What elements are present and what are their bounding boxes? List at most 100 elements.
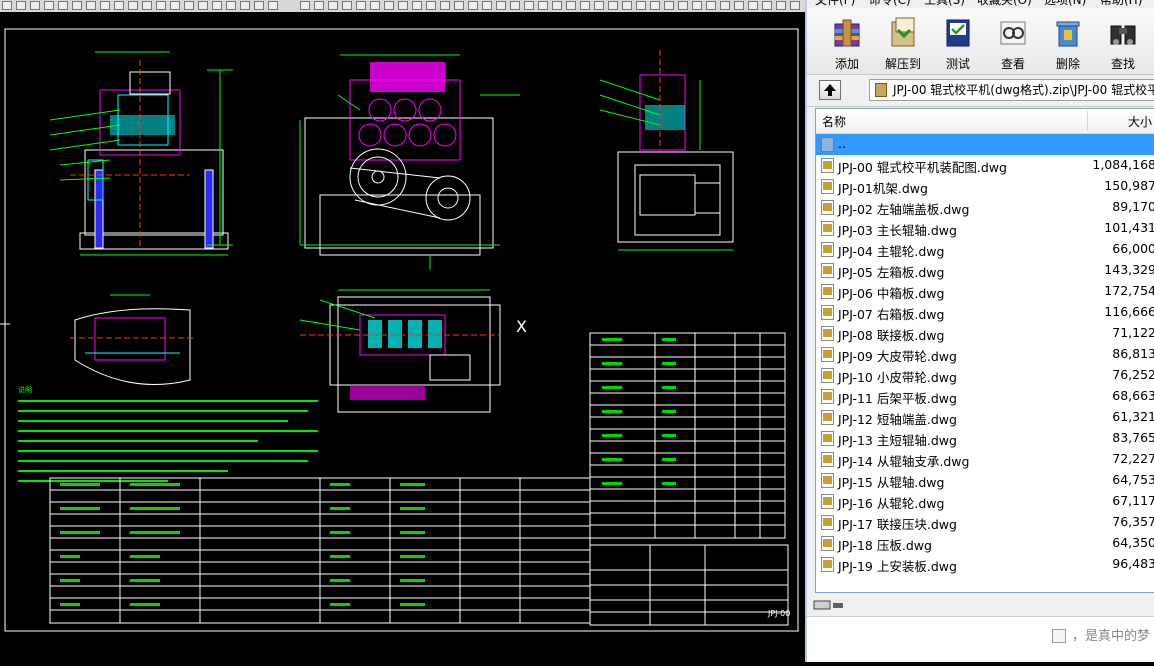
path-field[interactable]: JPJ-00 辊式校平机(dwg格式).zip\JPJ-00 辊式校平: [869, 79, 1154, 101]
list-item[interactable]: JPJ-12 短轴端盖.dwg 61,321: [816, 407, 1154, 428]
list-item[interactable]: JPJ-06 中箱板.dwg 172,754: [816, 281, 1154, 302]
cad-tool-button[interactable]: [776, 1, 786, 10]
cad-tool-button[interactable]: [440, 1, 450, 10]
test-button[interactable]: 测试: [932, 12, 984, 72]
cad-tool-button[interactable]: [426, 1, 436, 10]
column-header-name[interactable]: 名称: [822, 113, 846, 130]
list-item[interactable]: JPJ-08 联接板.dwg 71,122: [816, 323, 1154, 344]
up-folder-button[interactable]: [819, 80, 841, 100]
cad-tool-button[interactable]: [790, 1, 800, 10]
cad-tool-button[interactable]: [170, 1, 180, 10]
list-item[interactable]: JPJ-18 压板.dwg 64,350: [816, 533, 1154, 554]
add-label: 添加: [834, 57, 859, 71]
cad-tool-button[interactable]: [16, 1, 26, 10]
list-item[interactable]: JPJ-11 后架平板.dwg 68,663: [816, 386, 1154, 407]
address-bar: JPJ-00 辊式校平机(dwg格式).zip\JPJ-00 辊式校平: [807, 75, 1154, 107]
cad-tool-button[interactable]: [664, 1, 674, 10]
cad-tool-button[interactable]: [566, 1, 576, 10]
cad-tool-button[interactable]: [328, 1, 338, 10]
list-item[interactable]: JPJ-15 从辊轴.dwg 64,753: [816, 470, 1154, 491]
list-item[interactable]: JPJ-14 从辊轴支承.dwg 72,227: [816, 449, 1154, 470]
list-item[interactable]: JPJ-01机架.dwg 150,987: [816, 176, 1154, 197]
cad-tool-button[interactable]: [524, 1, 534, 10]
file-list[interactable]: 名称 大小 .. JPJ-00 辊式校平机装配图.dwg 1,084,168 JPJ-…: [815, 108, 1154, 593]
cad-tool-button[interactable]: [314, 1, 324, 10]
menu-file[interactable]: 文件(F): [815, 0, 855, 8]
cad-tool-button[interactable]: [622, 1, 632, 10]
list-item[interactable]: JPJ-09 大皮带轮.dwg 86,813: [816, 344, 1154, 365]
list-item[interactable]: JPJ-10 小皮带轮.dwg 76,252: [816, 365, 1154, 386]
cad-tool-button[interactable]: [2, 1, 12, 10]
cad-tool-button[interactable]: [370, 1, 380, 10]
list-item[interactable]: JPJ-19 上安装板.dwg 96,483: [816, 554, 1154, 575]
cad-tool-button[interactable]: [268, 1, 278, 10]
menu-favorites[interactable]: 收藏夹(O): [977, 0, 1032, 8]
cad-tool-button[interactable]: [384, 1, 394, 10]
cad-tool-button[interactable]: [510, 1, 520, 10]
cad-tool-button[interactable]: [184, 1, 194, 10]
cad-tool-button[interactable]: [198, 1, 208, 10]
find-button[interactable]: 查找: [1097, 12, 1149, 72]
cad-tool-button[interactable]: [44, 1, 54, 10]
cad-tool-button[interactable]: [650, 1, 660, 10]
cad-tool-button[interactable]: [762, 1, 772, 10]
cad-tool-button[interactable]: [692, 1, 702, 10]
cad-tool-button[interactable]: [240, 1, 250, 10]
cad-tool-button[interactable]: [538, 1, 548, 10]
cad-tool-button[interactable]: [468, 1, 478, 10]
cad-tool-button[interactable]: [356, 1, 366, 10]
cad-tool-button[interactable]: [412, 1, 422, 10]
view-button[interactable]: 查看: [987, 12, 1039, 72]
list-item[interactable]: JPJ-16 从辊轮.dwg 67,117: [816, 491, 1154, 512]
list-item[interactable]: JPJ-04 主辊轮.dwg 66,000: [816, 239, 1154, 260]
cad-tool-button[interactable]: [100, 1, 110, 10]
cad-tool-button[interactable]: [552, 1, 562, 10]
cad-drawing-canvas[interactable]: X 说明 JPJ-00: [0, 12, 805, 662]
cad-tool-button[interactable]: [226, 1, 236, 10]
cad-tool-button[interactable]: [678, 1, 688, 10]
column-header-size[interactable]: 大小: [1128, 113, 1152, 130]
menu-options[interactable]: 选项(N): [1044, 0, 1086, 8]
cad-tool-button[interactable]: [734, 1, 744, 10]
cad-tool-button[interactable]: [720, 1, 730, 10]
cad-tool-button[interactable]: [156, 1, 166, 10]
cad-tool-button[interactable]: [748, 1, 758, 10]
add-button[interactable]: 添加: [821, 12, 873, 72]
dwg-file-icon: [821, 473, 834, 488]
cad-tool-button[interactable]: [496, 1, 506, 10]
list-item-parent-folder[interactable]: ..: [816, 134, 1154, 155]
dwg-file-icon: [821, 263, 834, 278]
list-item[interactable]: JPJ-17 联接压块.dwg 76,357: [816, 512, 1154, 533]
list-item[interactable]: JPJ-00 辊式校平机装配图.dwg 1,084,168: [816, 155, 1154, 176]
cad-tool-button[interactable]: [454, 1, 464, 10]
extract-to-button[interactable]: 解压到: [877, 12, 929, 72]
list-item[interactable]: JPJ-13 主短辊轴.dwg 83,765: [816, 428, 1154, 449]
cad-tool-button[interactable]: [212, 1, 222, 10]
cad-tool-button[interactable]: [254, 1, 264, 10]
cad-tool-button[interactable]: [706, 1, 716, 10]
menu-tools[interactable]: 工具(S): [924, 0, 965, 8]
cad-tool-button[interactable]: [482, 1, 492, 10]
list-item[interactable]: JPJ-05 左箱板.dwg 143,329: [816, 260, 1154, 281]
cad-tool-button[interactable]: [608, 1, 618, 10]
cad-tool-button[interactable]: [398, 1, 408, 10]
list-item[interactable]: JPJ-03 主长辊轴.dwg 101,431: [816, 218, 1154, 239]
list-item[interactable]: JPJ-07 右箱板.dwg 116,666: [816, 302, 1154, 323]
cad-tool-button[interactable]: [300, 1, 310, 10]
cad-tool-button[interactable]: [636, 1, 646, 10]
cad-tool-button[interactable]: [128, 1, 138, 10]
cad-tool-button[interactable]: [114, 1, 124, 10]
cad-tool-button[interactable]: [58, 1, 68, 10]
cad-tool-button[interactable]: [594, 1, 604, 10]
cad-tool-button[interactable]: [342, 1, 352, 10]
cad-tool-button[interactable]: [580, 1, 590, 10]
delete-button[interactable]: 删除: [1042, 12, 1094, 72]
cad-tool-button[interactable]: [72, 1, 82, 10]
cad-tool-button[interactable]: [142, 1, 152, 10]
cad-tool-button[interactable]: [86, 1, 96, 10]
menu-command[interactable]: 命令(C): [869, 0, 911, 8]
cad-tool-button[interactable]: [30, 1, 40, 10]
menu-help[interactable]: 帮助(H): [1100, 0, 1142, 8]
checkbox[interactable]: [1052, 629, 1066, 643]
list-item[interactable]: JPJ-02 左轴端盖板.dwg 89,170: [816, 197, 1154, 218]
